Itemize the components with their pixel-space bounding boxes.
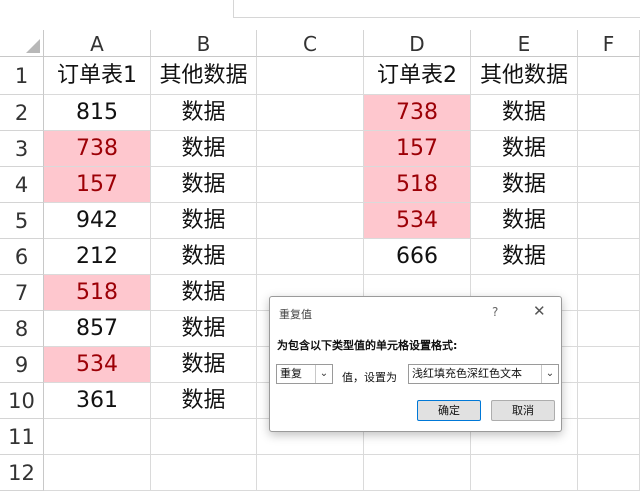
cell-f4[interactable] <box>578 167 640 203</box>
cell-f9[interactable] <box>578 347 640 383</box>
cell-e4[interactable]: 数据 <box>471 167 578 203</box>
cell-a10[interactable]: 361 <box>44 383 151 419</box>
cell-c1[interactable] <box>257 57 364 95</box>
cell-a12[interactable] <box>44 455 151 491</box>
row-header-2[interactable]: 2 <box>0 95 44 131</box>
cell-b3[interactable]: 数据 <box>151 131 257 167</box>
help-icon[interactable]: ? <box>492 305 498 319</box>
cell-e12[interactable] <box>471 455 578 491</box>
column-header-f[interactable]: F <box>578 30 640 57</box>
value-type-selected: 重复 <box>280 367 302 380</box>
cell-a5[interactable]: 942 <box>44 203 151 239</box>
cell-a2[interactable]: 815 <box>44 95 151 131</box>
row-header-7[interactable]: 7 <box>0 275 44 311</box>
cell-b1[interactable]: 其他数据 <box>151 57 257 95</box>
duplicate-values-dialog: 重复值 ? ✕ 为包含以下类型值的单元格设置格式: 重复 ⌄ 值，设置为 浅红填… <box>269 296 562 432</box>
cell-b2[interactable]: 数据 <box>151 95 257 131</box>
row-header-10[interactable]: 10 <box>0 383 44 419</box>
cell-f12[interactable] <box>578 455 640 491</box>
cell-c12[interactable] <box>257 455 364 491</box>
cell-f8[interactable] <box>578 311 640 347</box>
column-header-e[interactable]: E <box>471 30 578 57</box>
cell-d5[interactable]: 534 <box>364 203 471 239</box>
ok-button[interactable]: 确定 <box>417 400 481 421</box>
chevron-down-icon: ⌄ <box>541 365 558 383</box>
column-header-a[interactable]: A <box>44 30 151 57</box>
row-header-4[interactable]: 4 <box>0 167 44 203</box>
cell-d12[interactable] <box>364 455 471 491</box>
column-header-c[interactable]: C <box>257 30 364 57</box>
cell-c6[interactable] <box>257 239 364 275</box>
column-header-d[interactable]: D <box>364 30 471 57</box>
format-select[interactable]: 浅红填充色深红色文本 ⌄ <box>408 364 559 384</box>
cell-d4[interactable]: 518 <box>364 167 471 203</box>
cell-a8[interactable]: 857 <box>44 311 151 347</box>
row-header-12[interactable]: 12 <box>0 455 44 491</box>
cell-b10[interactable]: 数据 <box>151 383 257 419</box>
cell-e1[interactable]: 其他数据 <box>471 57 578 95</box>
dialog-title: 重复值 <box>279 308 312 321</box>
cell-b11[interactable] <box>151 419 257 455</box>
cell-a7[interactable]: 518 <box>44 275 151 311</box>
formula-input[interactable] <box>233 0 640 18</box>
cell-a4[interactable]: 157 <box>44 167 151 203</box>
cell-f1[interactable] <box>578 57 640 95</box>
select-all-triangle-icon <box>26 39 40 53</box>
cell-d6[interactable]: 666 <box>364 239 471 275</box>
cell-e3[interactable]: 数据 <box>471 131 578 167</box>
cell-f6[interactable] <box>578 239 640 275</box>
cell-e2[interactable]: 数据 <box>471 95 578 131</box>
cell-b4[interactable]: 数据 <box>151 167 257 203</box>
cell-d2[interactable]: 738 <box>364 95 471 131</box>
dialog-instruction: 为包含以下类型值的单元格设置格式: <box>277 339 458 352</box>
row-header-1[interactable]: 1 <box>0 57 44 95</box>
set-as-label: 值，设置为 <box>342 371 397 384</box>
cell-a9[interactable]: 534 <box>44 347 151 383</box>
row-header-6[interactable]: 6 <box>0 239 44 275</box>
cell-b6[interactable]: 数据 <box>151 239 257 275</box>
cell-f3[interactable] <box>578 131 640 167</box>
cell-b5[interactable]: 数据 <box>151 203 257 239</box>
select-all-button[interactable] <box>0 30 44 57</box>
cell-e6[interactable]: 数据 <box>471 239 578 275</box>
cell-f5[interactable] <box>578 203 640 239</box>
cell-e5[interactable]: 数据 <box>471 203 578 239</box>
cell-c3[interactable] <box>257 131 364 167</box>
chevron-down-icon: ⌄ <box>315 365 332 383</box>
cancel-button[interactable]: 取消 <box>491 400 555 421</box>
value-type-select[interactable]: 重复 ⌄ <box>276 364 333 384</box>
row-header-11[interactable]: 11 <box>0 419 44 455</box>
row-header-8[interactable]: 8 <box>0 311 44 347</box>
row-header-5[interactable]: 5 <box>0 203 44 239</box>
cell-b7[interactable]: 数据 <box>151 275 257 311</box>
format-selected: 浅红填充色深红色文本 <box>412 367 522 380</box>
cell-c4[interactable] <box>257 167 364 203</box>
cell-b9[interactable]: 数据 <box>151 347 257 383</box>
row-header-9[interactable]: 9 <box>0 347 44 383</box>
cell-a6[interactable]: 212 <box>44 239 151 275</box>
cell-f7[interactable] <box>578 275 640 311</box>
formula-bar-area <box>0 0 640 30</box>
close-icon[interactable]: ✕ <box>533 302 546 320</box>
cell-d3[interactable]: 157 <box>364 131 471 167</box>
cell-b8[interactable]: 数据 <box>151 311 257 347</box>
cell-c5[interactable] <box>257 203 364 239</box>
cell-a1[interactable]: 订单表1 <box>44 57 151 95</box>
cell-d1[interactable]: 订单表2 <box>364 57 471 95</box>
cell-f2[interactable] <box>578 95 640 131</box>
cell-a3[interactable]: 738 <box>44 131 151 167</box>
column-header-b[interactable]: B <box>151 30 257 57</box>
cell-f10[interactable] <box>578 383 640 419</box>
row-header-3[interactable]: 3 <box>0 131 44 167</box>
cell-b12[interactable] <box>151 455 257 491</box>
cell-f11[interactable] <box>578 419 640 455</box>
cell-c2[interactable] <box>257 95 364 131</box>
cell-a11[interactable] <box>44 419 151 455</box>
